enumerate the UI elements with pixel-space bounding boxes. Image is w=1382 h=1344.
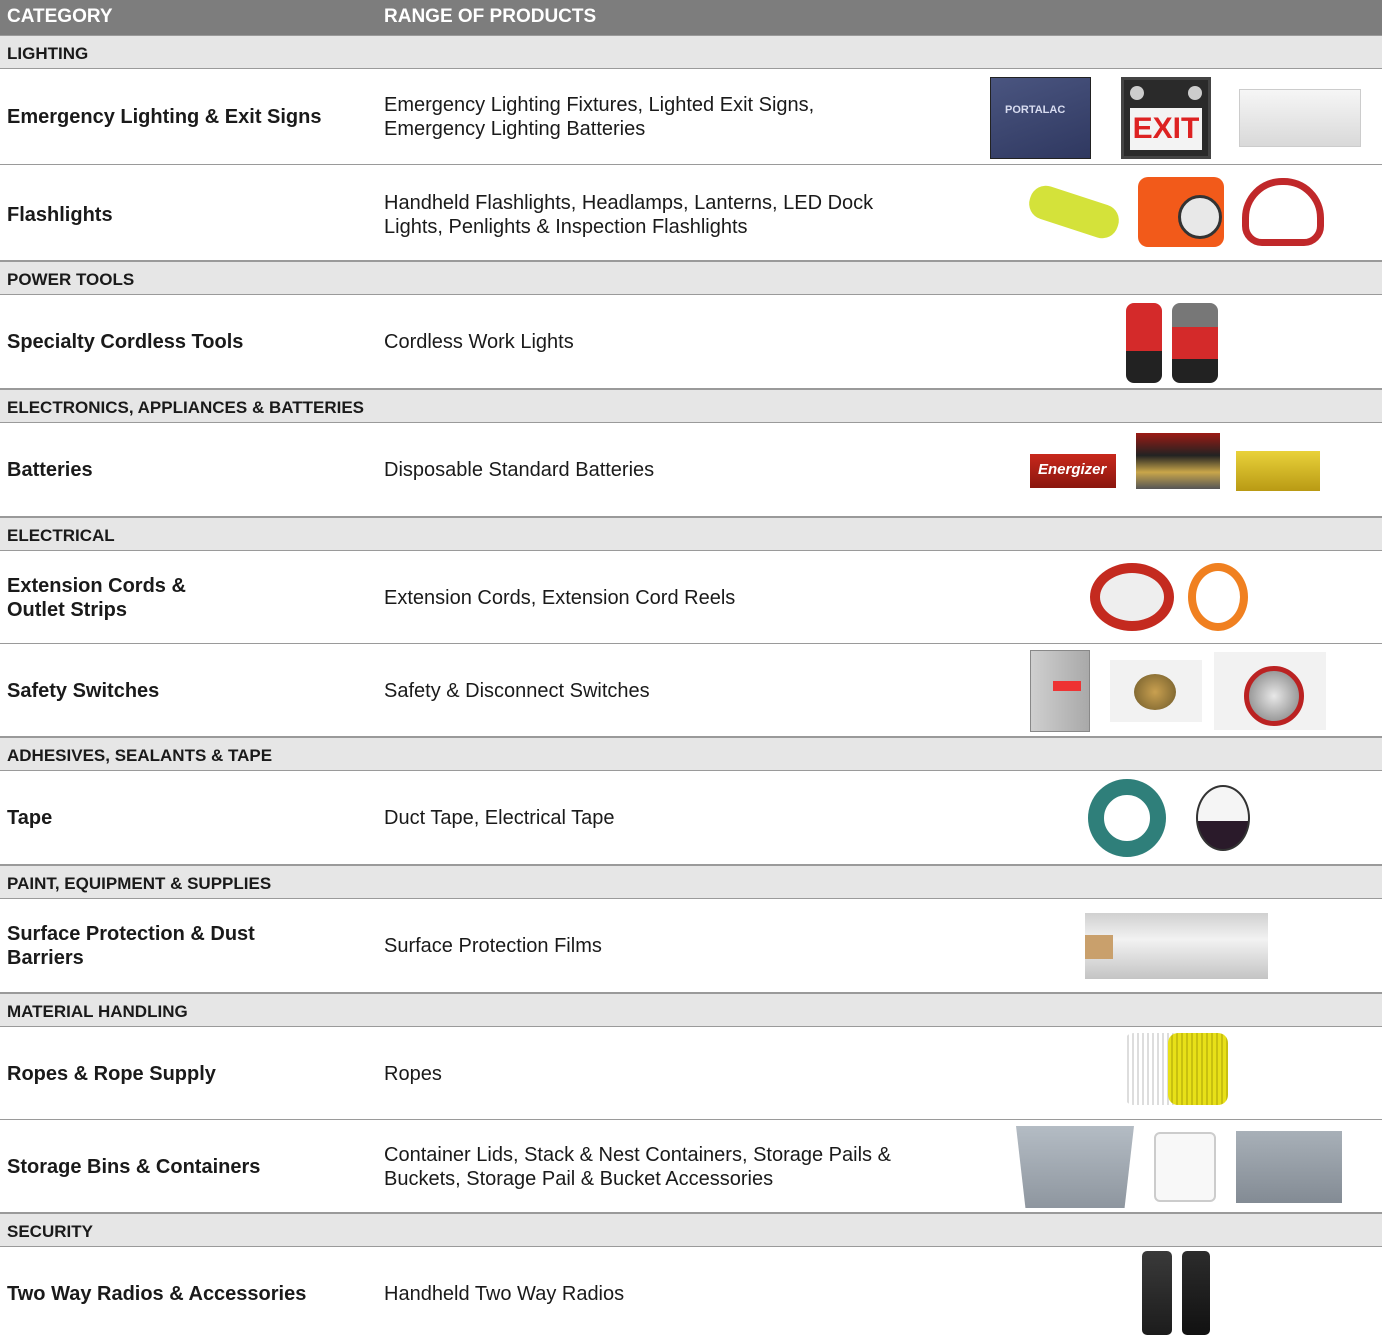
table-row: Emergency Lighting & Exit Signs Emergenc… — [0, 69, 1382, 165]
emergency-battery-image: PORTALAC — [990, 77, 1091, 159]
rope-spool-image — [1168, 1033, 1228, 1105]
section-paint: PAINT, EQUIPMENT & SUPPLIES — [0, 865, 1382, 899]
row-products: Cordless Work Lights — [384, 331, 574, 353]
row-category: Storage Bins & Containers — [7, 1156, 261, 1178]
row-images — [1126, 303, 1230, 383]
row-products: Emergency Lighting Fixtures, Lighted Exi… — [384, 94, 815, 140]
row-images — [1090, 563, 1260, 631]
row-products: Handheld Flashlights, Headlamps, Lantern… — [384, 192, 874, 238]
emergency-light-fixture-image — [1239, 89, 1361, 147]
row-images — [1088, 779, 1262, 857]
row-category: Extension Cords & Outlet Strips — [7, 575, 186, 621]
row-images — [1016, 1126, 1354, 1208]
row-images: PORTALAC EXIT — [990, 77, 1373, 159]
section-title: POWER TOOLS — [7, 270, 135, 289]
row-category: Flashlights — [7, 204, 113, 226]
table-row: Specialty Cordless Tools Cordless Work L… — [0, 295, 1382, 389]
battery-switch-image — [1214, 652, 1326, 730]
section-title: SECURITY — [7, 1222, 93, 1241]
exit-sign-text: EXIT — [1130, 108, 1202, 150]
category-column-header: CATEGORY — [7, 6, 113, 27]
duct-tape-image — [1088, 779, 1166, 857]
row-images: Energizer — [1030, 433, 1332, 499]
section-title: ELECTRICAL — [7, 526, 115, 545]
storage-pail-image — [1154, 1132, 1216, 1202]
two-way-radio-image — [1182, 1251, 1210, 1335]
row-products: Safety & Disconnect Switches — [384, 680, 650, 702]
section-title: ADHESIVES, SEALANTS & TAPE — [7, 746, 273, 765]
table-row: Safety Switches Safety & Disconnect Swit… — [0, 644, 1382, 737]
battery-box-image: Energizer — [1030, 454, 1116, 488]
row-images — [1124, 1033, 1254, 1105]
section-adhesives: ADHESIVES, SEALANTS & TAPE — [0, 737, 1382, 771]
section-electrical: ELECTRICAL — [0, 517, 1382, 551]
battery-pack-image — [1136, 433, 1220, 489]
row-products: Handheld Two Way Radios — [384, 1283, 625, 1305]
row-images — [1024, 177, 1336, 247]
table-row: Two Way Radios & Accessories Handheld Tw… — [0, 1247, 1382, 1339]
disconnect-switch-image — [1030, 650, 1090, 732]
range-column-header: RANGE OF PRODUCTS — [384, 6, 597, 27]
section-security: SECURITY — [0, 1213, 1382, 1247]
work-light-image — [1126, 303, 1162, 383]
section-title: MATERIAL HANDLING — [7, 1002, 188, 1021]
section-title: PAINT, EQUIPMENT & SUPPLIES — [7, 874, 272, 893]
row-products: Extension Cords, Extension Cord Reels — [384, 587, 736, 609]
table-row: Ropes & Rope Supply Ropes — [0, 1027, 1382, 1120]
table-row: Tape Duct Tape, Electrical Tape — [0, 771, 1382, 865]
extension-cord-image — [1188, 563, 1248, 631]
table-row: Extension Cords & Outlet Strips Extensio… — [0, 551, 1382, 644]
table-row: Batteries Disposable Standard Batteries … — [0, 423, 1382, 517]
row-category: Batteries — [7, 459, 93, 481]
surface-film-image — [1085, 913, 1268, 979]
table-header: CATEGORY RANGE OF PRODUCTS — [0, 0, 1382, 35]
row-products: Ropes — [384, 1063, 442, 1085]
row-products: Surface Protection Films — [384, 935, 602, 957]
product-category-table: CATEGORY RANGE OF PRODUCTS LIGHTING Emer… — [0, 0, 1382, 1339]
section-material-handling: MATERIAL HANDLING — [0, 993, 1382, 1027]
storage-bin-image — [1016, 1126, 1134, 1208]
row-category: Specialty Cordless Tools — [7, 331, 244, 353]
work-light-image — [1172, 303, 1218, 383]
flashlight-image — [1024, 181, 1124, 243]
battery-brand-label: PORTALAC — [1005, 104, 1066, 116]
storage-container-image — [1236, 1131, 1342, 1203]
table-row: Storage Bins & Containers Container Lids… — [0, 1120, 1382, 1213]
row-category: Ropes & Rope Supply — [7, 1063, 216, 1085]
headlamp-image — [1242, 178, 1324, 246]
row-category: Safety Switches — [7, 680, 160, 702]
exit-sign-image: EXIT — [1121, 77, 1211, 159]
section-power-tools: POWER TOOLS — [0, 261, 1382, 295]
two-way-radio-image — [1142, 1251, 1172, 1335]
lantern-image — [1138, 177, 1224, 247]
row-products: Disposable Standard Batteries — [384, 459, 655, 481]
cord-reel-image — [1090, 563, 1174, 631]
row-products: Duct Tape, Electrical Tape — [384, 807, 615, 829]
battery-switch-image — [1110, 660, 1202, 722]
table-row: Flashlights Handheld Flashlights, Headla… — [0, 165, 1382, 261]
electrical-tape-image — [1196, 785, 1250, 851]
row-category: Two Way Radios & Accessories — [7, 1283, 307, 1305]
row-category: Surface Protection & Dust Barriers — [7, 923, 255, 969]
row-images — [1085, 913, 1280, 979]
row-products: Container Lids, Stack & Nest Containers,… — [384, 1144, 891, 1190]
row-images — [1030, 650, 1338, 732]
battery-box-image — [1236, 451, 1320, 491]
section-title: LIGHTING — [7, 44, 89, 63]
row-images — [1142, 1251, 1222, 1335]
section-lighting: LIGHTING — [0, 35, 1382, 69]
section-title: ELECTRONICS, APPLIANCES & BATTERIES — [7, 398, 365, 417]
section-electronics: ELECTRONICS, APPLIANCES & BATTERIES — [0, 389, 1382, 423]
row-category: Emergency Lighting & Exit Signs — [7, 106, 322, 128]
table-row: Surface Protection & Dust Barriers Surfa… — [0, 899, 1382, 993]
row-category: Tape — [7, 807, 53, 829]
